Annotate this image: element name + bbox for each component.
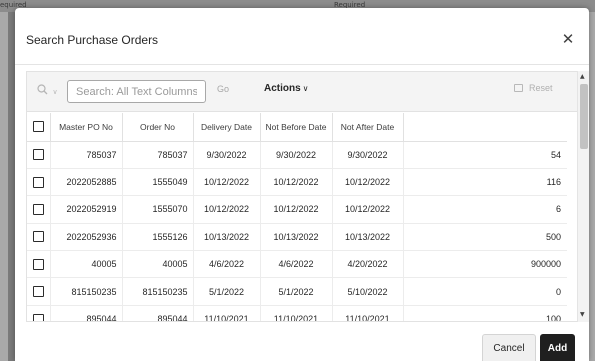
cell-order-no: 40005	[122, 250, 194, 279]
search-column-selector[interactable]: ∨	[37, 83, 61, 99]
cell-order-no: 785037	[122, 141, 194, 169]
cell-master-po-no: 2022052919	[50, 195, 123, 224]
scrollbar-thumb[interactable]	[580, 84, 588, 149]
cell-master-po-no: 815150235	[50, 277, 123, 306]
cell-not-before-date: 4/6/2022	[260, 250, 333, 279]
row-checkbox[interactable]	[32, 286, 44, 298]
table-row: 815150235 815150235 5/1/2022 5/1/2022 5/…	[27, 277, 567, 306]
cell-delivery-date: 11/10/2021	[193, 305, 261, 321]
search-input[interactable]	[67, 80, 206, 103]
table-row: 2022052919 1555070 10/12/2022 10/12/2022…	[27, 195, 567, 224]
close-icon[interactable]: ✕	[559, 30, 577, 48]
cancel-button[interactable]: Cancel	[482, 334, 536, 361]
table-row: 895044 895044 11/10/2021 11/10/2021 11/1…	[27, 305, 567, 321]
column-header-quantity	[403, 113, 567, 142]
cell-master-po-no: 2022052936	[50, 223, 123, 252]
cell-delivery-date: 10/12/2022	[193, 168, 261, 197]
cell-master-po-no: 40005	[50, 250, 123, 279]
go-button[interactable]: Go	[217, 84, 229, 94]
chevron-down-icon: ∨	[302, 84, 309, 93]
cell-not-after-date: 10/12/2022	[332, 168, 404, 197]
cell-not-before-date: 10/13/2022	[260, 223, 333, 252]
row-checkbox[interactable]	[32, 313, 44, 321]
cell-quantity: 900000	[403, 250, 567, 279]
cell-quantity: 116	[403, 168, 567, 197]
cell-delivery-date: 4/6/2022	[193, 250, 261, 279]
cell-not-after-date: 4/20/2022	[332, 250, 404, 279]
cell-order-no: 1555070	[122, 195, 194, 224]
column-header-master-po-no[interactable]: Master PO No	[50, 113, 123, 142]
add-button[interactable]: Add	[540, 334, 575, 361]
reset-icon	[514, 84, 523, 92]
cell-delivery-date: 5/1/2022	[193, 277, 261, 306]
column-header-not-before-date[interactable]: Not Before Date	[260, 113, 333, 142]
column-header-delivery-date[interactable]: Delivery Date	[193, 113, 261, 142]
table-row: 2022052936 1555126 10/13/2022 10/13/2022…	[27, 223, 567, 252]
table-row: 785037 785037 9/30/2022 9/30/2022 9/30/2…	[27, 141, 567, 169]
background-page-right	[589, 12, 595, 361]
cell-quantity: 6	[403, 195, 567, 224]
cell-quantity: 100	[403, 305, 567, 321]
row-checkbox[interactable]	[32, 176, 44, 188]
cell-quantity: 54	[403, 141, 567, 169]
cell-order-no: 1555049	[122, 168, 194, 197]
background-page-left	[0, 12, 8, 361]
row-checkbox[interactable]	[32, 231, 44, 243]
table-header-row: Master PO No Order No Delivery Date Not …	[27, 113, 567, 142]
actions-label: Actions	[264, 83, 301, 94]
cell-delivery-date: 9/30/2022	[193, 141, 261, 169]
dialog-footer: Cancel Add	[15, 322, 589, 361]
reset-button[interactable]: Reset	[514, 83, 553, 93]
chevron-down-icon: ∨	[52, 88, 58, 96]
header-divider	[15, 64, 589, 65]
cell-quantity: 500	[403, 223, 567, 252]
interactive-report-region: ∨ Go Actions∨ Reset	[26, 71, 578, 322]
dialog-title: Search Purchase Orders	[26, 33, 159, 47]
cell-delivery-date: 10/13/2022	[193, 223, 261, 252]
search-purchase-orders-dialog: Search Purchase Orders ✕ ∨ Go Actions∨ R…	[15, 8, 589, 361]
cell-master-po-no: 2022052885	[50, 168, 123, 197]
row-checkbox-cell	[27, 277, 51, 306]
cell-not-after-date: 5/10/2022	[332, 277, 404, 306]
cell-not-before-date: 10/12/2022	[260, 195, 333, 224]
row-checkbox-cell	[27, 168, 51, 197]
cell-not-after-date: 11/10/2021	[332, 305, 404, 321]
purchase-orders-table: Master PO No Order No Delivery Date Not …	[27, 113, 567, 321]
row-checkbox[interactable]	[32, 258, 44, 270]
cell-master-po-no: 895044	[50, 305, 123, 321]
cell-not-before-date: 10/12/2022	[260, 168, 333, 197]
row-checkbox[interactable]	[32, 204, 44, 216]
reset-label: Reset	[529, 83, 553, 93]
cell-order-no: 815150235	[122, 277, 194, 306]
cell-quantity: 0	[403, 277, 567, 306]
cell-not-after-date: 9/30/2022	[332, 141, 404, 169]
cell-not-before-date: 11/10/2021	[260, 305, 333, 321]
select-all-checkbox[interactable]	[32, 121, 44, 133]
select-all-checkbox-cell	[27, 113, 51, 142]
row-checkbox[interactable]	[32, 149, 44, 161]
report-toolbar: ∨ Go Actions∨ Reset	[27, 72, 577, 112]
scroll-up-icon[interactable]: ▲	[580, 73, 585, 80]
scroll-down-icon[interactable]: ▼	[580, 311, 585, 318]
row-checkbox-cell	[27, 250, 51, 279]
actions-menu-button[interactable]: Actions ∨	[264, 83, 309, 94]
cell-master-po-no: 785037	[50, 141, 123, 169]
row-checkbox-cell	[27, 305, 51, 321]
table-row: 40005 40005 4/6/2022 4/6/2022 4/20/2022 …	[27, 250, 567, 279]
cell-order-no: 895044	[122, 305, 194, 321]
row-checkbox-cell	[27, 195, 51, 224]
cell-not-after-date: 10/13/2022	[332, 223, 404, 252]
row-checkbox-cell	[27, 141, 51, 169]
search-icon	[37, 84, 48, 95]
cell-not-after-date: 10/12/2022	[332, 195, 404, 224]
column-header-order-no[interactable]: Order No	[122, 113, 194, 142]
cell-delivery-date: 10/12/2022	[193, 195, 261, 224]
cell-not-before-date: 5/1/2022	[260, 277, 333, 306]
cell-order-no: 1555126	[122, 223, 194, 252]
table-row: 2022052885 1555049 10/12/2022 10/12/2022…	[27, 168, 567, 197]
vertical-scrollbar[interactable]: ▲ ▼	[577, 71, 589, 323]
row-checkbox-cell	[27, 223, 51, 252]
column-header-not-after-date[interactable]: Not After Date	[332, 113, 404, 142]
cell-not-before-date: 9/30/2022	[260, 141, 333, 169]
